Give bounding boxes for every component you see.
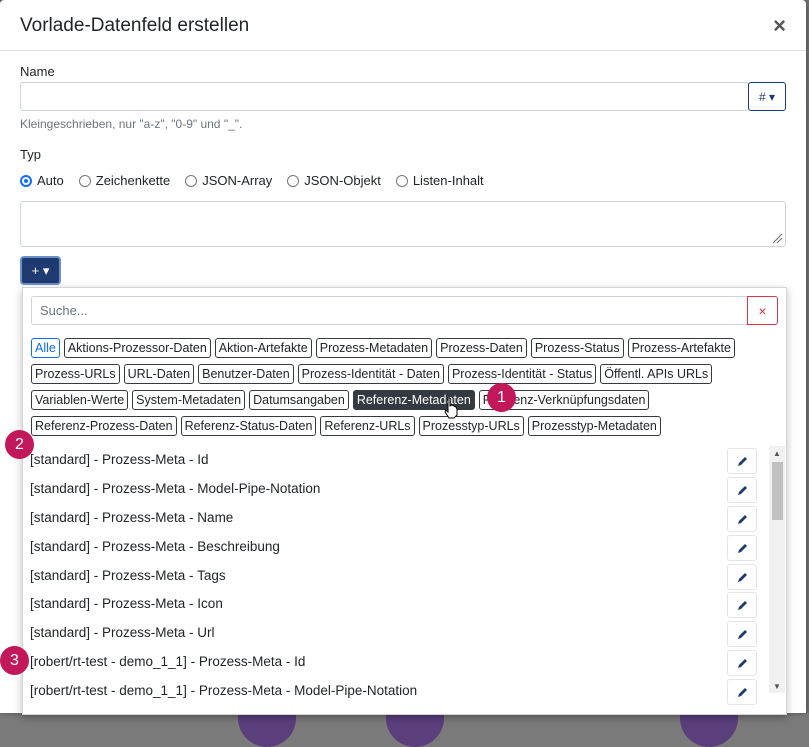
pencil-icon[interactable] — [727, 592, 757, 618]
search-group: × — [31, 296, 778, 325]
chip-row: Prozess-URLs URL-Daten Benutzer-Daten Pr… — [31, 364, 781, 385]
name-hint: Kleingeschrieben, nur "a-z", "0-9" und "… — [20, 117, 243, 131]
resize-handle-icon[interactable] — [771, 232, 783, 244]
list-item[interactable]: [standard] - Prozess-Meta - Name — [23, 504, 768, 533]
chip[interactable]: Benutzer-Daten — [198, 364, 294, 384]
close-icon[interactable]: × — [773, 13, 786, 39]
chip[interactable]: Prozess-URLs — [31, 364, 120, 384]
radio-listen-inhalt[interactable]: Listen-Inhalt — [395, 173, 484, 188]
pencil-icon[interactable] — [727, 650, 757, 676]
radio-unchecked-icon — [78, 174, 91, 187]
chip-alle[interactable]: Alle — [31, 338, 60, 358]
chip[interactable]: Prozess-Metadaten — [315, 338, 433, 358]
radio-json-objekt[interactable]: JSON-Objekt — [287, 173, 381, 188]
search-input[interactable] — [31, 296, 748, 325]
pencil-icon[interactable] — [727, 448, 757, 474]
pencil-icon[interactable] — [727, 621, 757, 647]
chip[interactable]: Prozess-Artefakte — [627, 338, 735, 358]
hand-cursor-icon — [444, 397, 458, 419]
chip[interactable]: Aktions-Prozessor-Daten — [63, 338, 211, 358]
annotation-badge-3: 3 — [0, 646, 29, 675]
scroll-up-icon[interactable]: ▲ — [773, 449, 781, 458]
chip[interactable]: Aktion-Artefakte — [214, 338, 312, 358]
chip-row: Referenz-Prozess-Daten Referenz-Status-D… — [31, 416, 781, 437]
chip[interactable]: Prozess-Status — [530, 338, 624, 358]
type-label: Typ — [20, 147, 41, 162]
list-item[interactable]: [standard] - Prozess-Meta - Id — [23, 446, 768, 475]
field-list: [standard] - Prozess-Meta - Id [standard… — [23, 446, 768, 714]
chip-row: Variablen-Werte System-Metadaten Datumsa… — [31, 390, 781, 411]
chip-row: Alle Aktions-Prozessor-Daten Aktion-Arte… — [31, 338, 781, 359]
chip[interactable]: Referenz-URLs — [320, 416, 415, 436]
chip[interactable]: Referenz-Status-Daten — [180, 416, 317, 436]
radio-zeichenkette[interactable]: Zeichenkette — [78, 173, 170, 188]
scrollbar-thumb[interactable] — [772, 462, 783, 520]
pencil-icon[interactable] — [727, 477, 757, 503]
annotation-badge-1: 1 — [487, 383, 516, 412]
radio-auto[interactable]: Auto — [20, 173, 64, 188]
list-item[interactable]: [standard] - Prozess-Meta - Tags — [23, 562, 768, 591]
pencil-icon[interactable] — [727, 679, 757, 705]
pencil-icon[interactable] — [727, 564, 757, 590]
scroll-down-icon[interactable]: ▼ — [773, 682, 781, 691]
chip[interactable]: Öffentl. APIs URLs — [600, 364, 713, 384]
chip[interactable]: Prozess-Identität - Daten — [297, 364, 444, 384]
pencil-icon[interactable] — [727, 506, 757, 532]
add-placeholder-button[interactable]: + ▾ — [20, 256, 61, 285]
clear-search-icon[interactable]: × — [747, 296, 778, 325]
chip[interactable]: Prozess-Daten — [436, 338, 527, 358]
modal-header: Vorlade-Datenfeld erstellen × — [0, 0, 806, 51]
name-input[interactable] — [20, 82, 749, 111]
name-label: Name — [20, 64, 55, 79]
chip[interactable]: System-Metadaten — [132, 390, 246, 410]
radio-checked-icon — [20, 174, 32, 187]
list-item[interactable]: [standard] - Prozess-Meta - Url — [23, 619, 768, 648]
chip[interactable]: Variablen-Werte — [31, 390, 129, 410]
pencil-icon[interactable] — [727, 535, 757, 561]
chip[interactable]: Datumsangaben — [249, 390, 349, 410]
radio-unchecked-icon — [185, 174, 198, 187]
annotation-badge-2: 2 — [5, 430, 34, 459]
hash-dropdown-button[interactable]: # ▾ — [748, 82, 786, 111]
list-item[interactable]: [robert/rt-test - demo_1_1] - Prozess-Me… — [23, 677, 768, 706]
chip[interactable]: Prozesstyp-URLs — [418, 416, 524, 436]
list-item[interactable]: [standard] - Prozess-Meta - Icon — [23, 590, 768, 619]
type-radio-group: Auto Zeichenkette JSON-Array JSON-Objekt… — [20, 173, 484, 188]
list-item[interactable]: [robert/rt-test - demo_1_1] - Prozess-Me… — [23, 648, 768, 677]
chip[interactable]: URL-Daten — [123, 364, 195, 384]
content-textarea[interactable] — [20, 201, 786, 247]
list-scrollbar[interactable]: ▲ ▼ — [769, 446, 785, 693]
placeholder-dropdown: × Alle Aktions-Prozessor-Daten Aktion-Ar… — [22, 287, 787, 715]
create-field-modal: Vorlade-Datenfeld erstellen × Name # ▾ K… — [0, 0, 806, 715]
chip[interactable]: Prozesstyp-Metadaten — [527, 416, 661, 436]
list-item[interactable]: [standard] - Prozess-Meta - Beschreibung — [23, 533, 768, 562]
modal-title: Vorlade-Datenfeld erstellen — [20, 15, 250, 36]
chip[interactable]: Referenz-Prozess-Daten — [31, 416, 177, 436]
radio-unchecked-icon — [395, 174, 408, 187]
list-item[interactable]: [standard] - Prozess-Meta - Model-Pipe-N… — [23, 475, 768, 504]
radio-unchecked-icon — [287, 174, 300, 187]
category-filter: Alle Aktions-Prozessor-Daten Aktion-Arte… — [31, 338, 781, 442]
chip[interactable]: Prozess-Identität - Status — [447, 364, 597, 384]
radio-json-array[interactable]: JSON-Array — [185, 173, 272, 188]
